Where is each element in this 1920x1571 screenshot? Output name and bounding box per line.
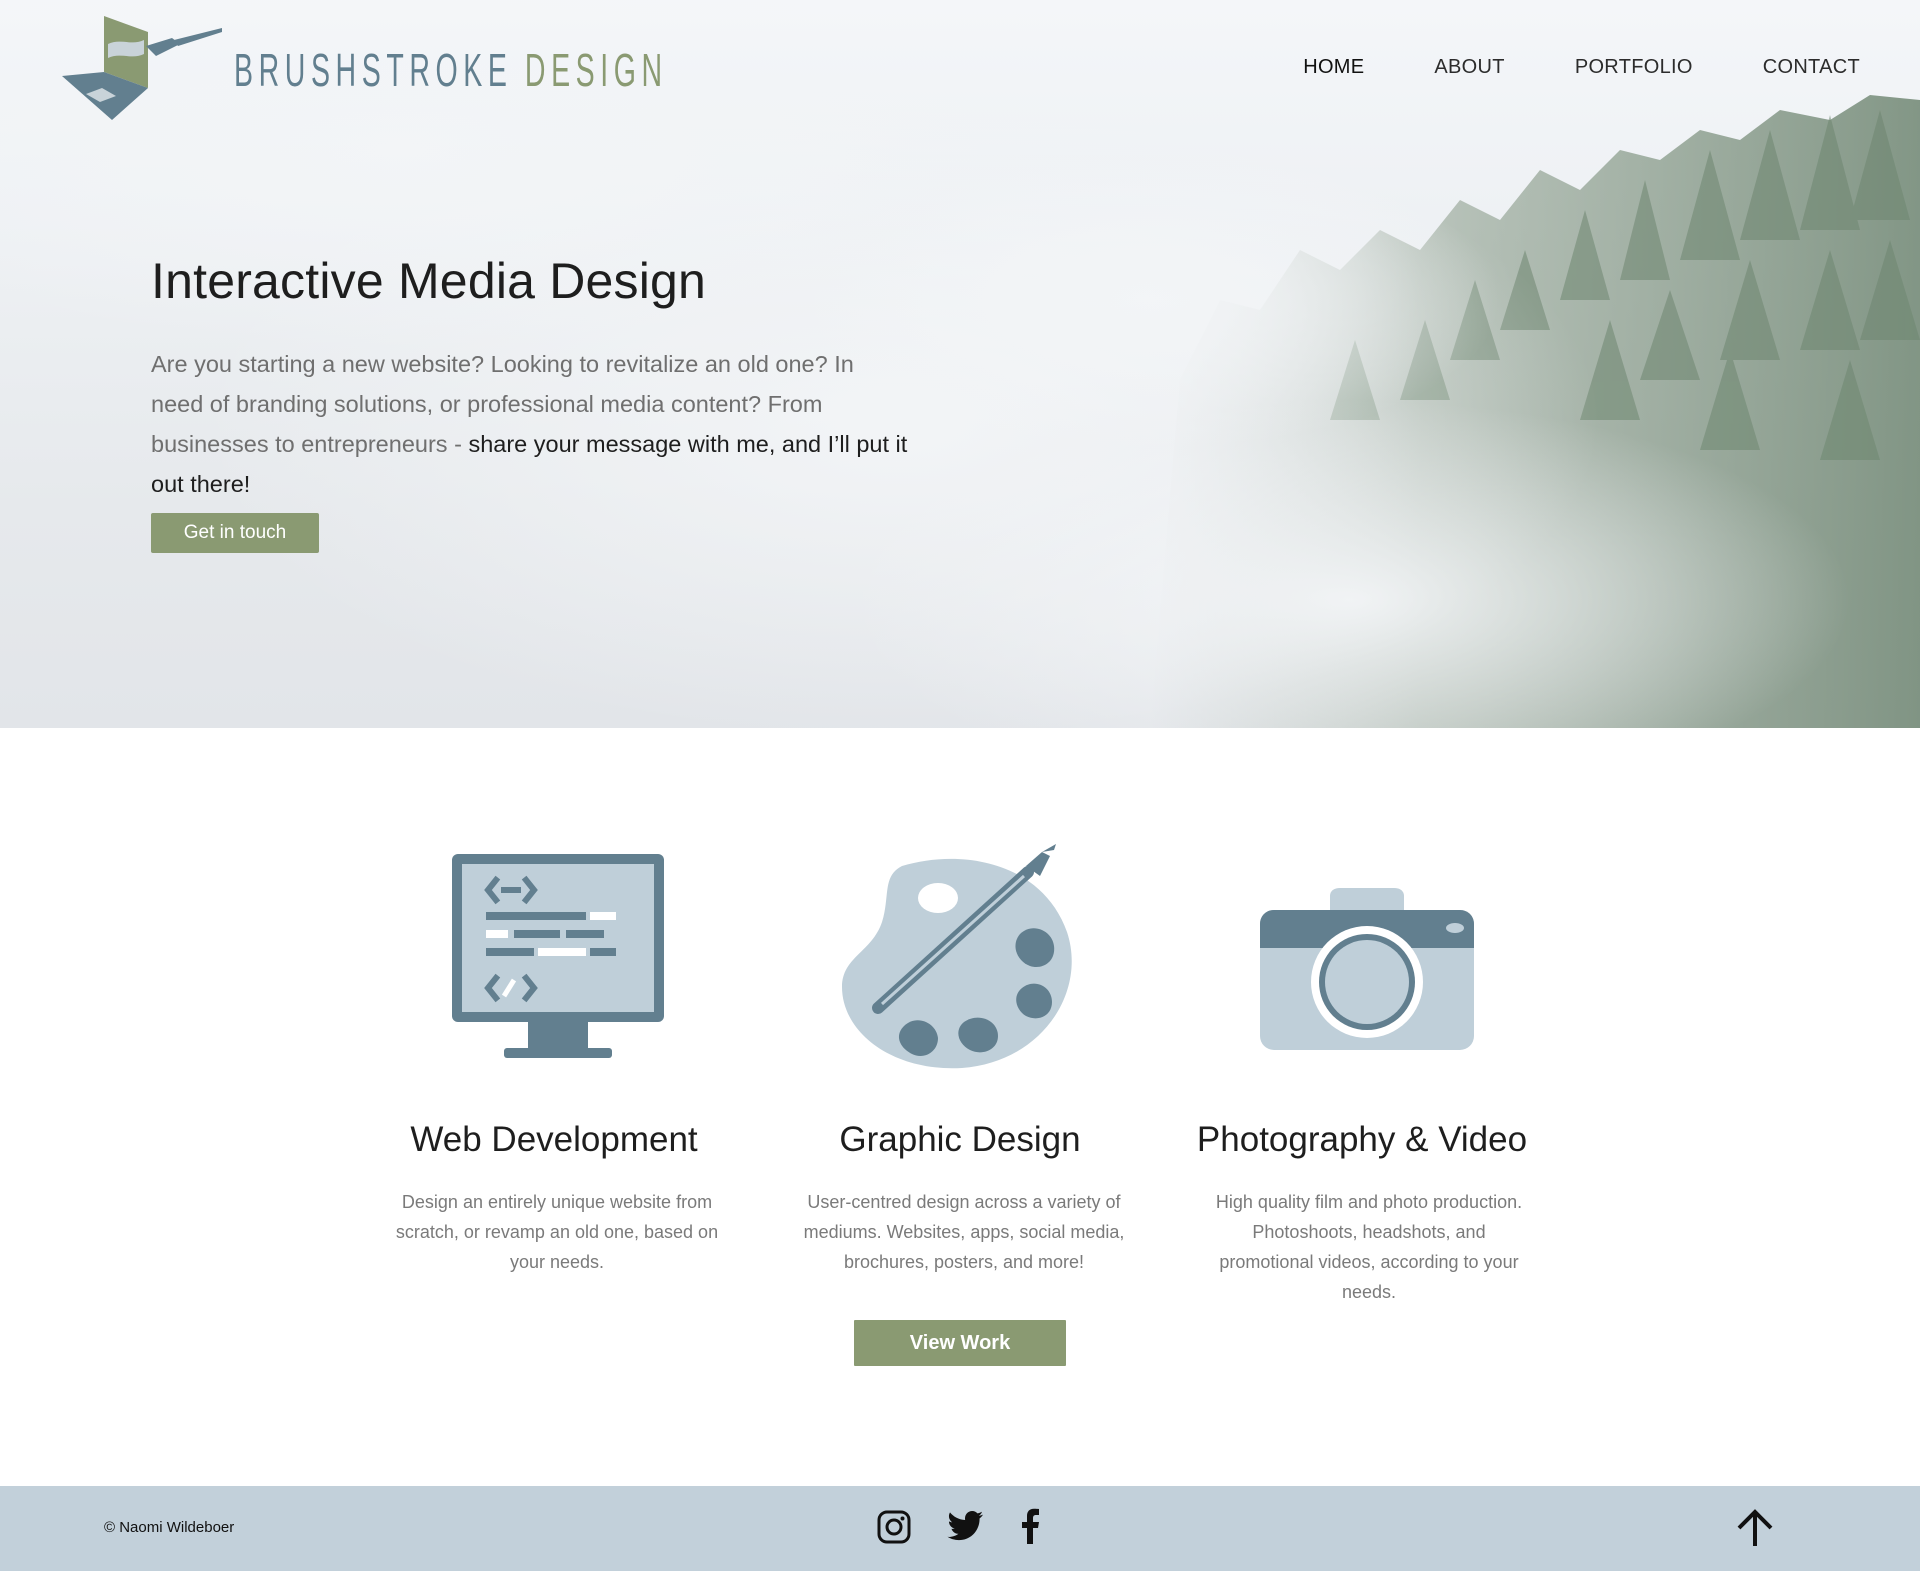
- camera-icon: [1260, 888, 1474, 1050]
- paint-palette-icon: [842, 844, 1072, 1069]
- main-nav: HOME ABOUT PORTFOLIO CONTACT: [1303, 56, 1860, 79]
- laptop-brush-logo-icon: [62, 16, 222, 120]
- get-in-touch-button[interactable]: Get in touch: [151, 513, 319, 553]
- brand-wordmark: BRUSHSTROKE DESIGN: [234, 43, 668, 97]
- nav-home[interactable]: HOME: [1303, 56, 1364, 79]
- site-footer: © Naomi Wildeboer: [0, 1486, 1920, 1571]
- service-description: High quality film and photo production. …: [1215, 1192, 1523, 1302]
- arrow-up-icon[interactable]: [1736, 1508, 1774, 1548]
- nav-portfolio[interactable]: PORTFOLIO: [1575, 56, 1693, 79]
- brand-name-part2: DESIGN: [524, 44, 668, 96]
- brand-logo[interactable]: BRUSHSTROKE DESIGN: [62, 16, 934, 124]
- services-section: Web Development Design an entirely uniqu…: [0, 728, 1920, 1486]
- service-title: Photography & Video: [1196, 1120, 1528, 1159]
- view-work-button[interactable]: View Work: [854, 1320, 1066, 1366]
- facebook-icon[interactable]: [1020, 1508, 1040, 1544]
- copyright-text: © Naomi Wildeboer: [104, 1519, 235, 1536]
- nav-about[interactable]: ABOUT: [1434, 56, 1504, 79]
- hero-description: Are you starting a new website? Looking …: [151, 344, 911, 504]
- service-title: Graphic Design: [839, 1120, 1081, 1159]
- service-description: User-centred design across a variety of …: [803, 1192, 1125, 1272]
- hero-title: Interactive Media Design: [151, 253, 707, 309]
- brand-name-part1: BRUSHSTROKE: [234, 44, 513, 96]
- twitter-icon[interactable]: [947, 1510, 983, 1542]
- nav-contact[interactable]: CONTACT: [1763, 56, 1860, 79]
- instagram-icon[interactable]: [877, 1510, 911, 1544]
- service-description: Design an entirely unique website from s…: [395, 1192, 719, 1272]
- hero-section: BRUSHSTROKE DESIGN HOME ABOUT PORTFOLIO C…: [0, 0, 1920, 728]
- service-title: Web Development: [410, 1120, 698, 1159]
- monitor-code-icon: [452, 854, 664, 1058]
